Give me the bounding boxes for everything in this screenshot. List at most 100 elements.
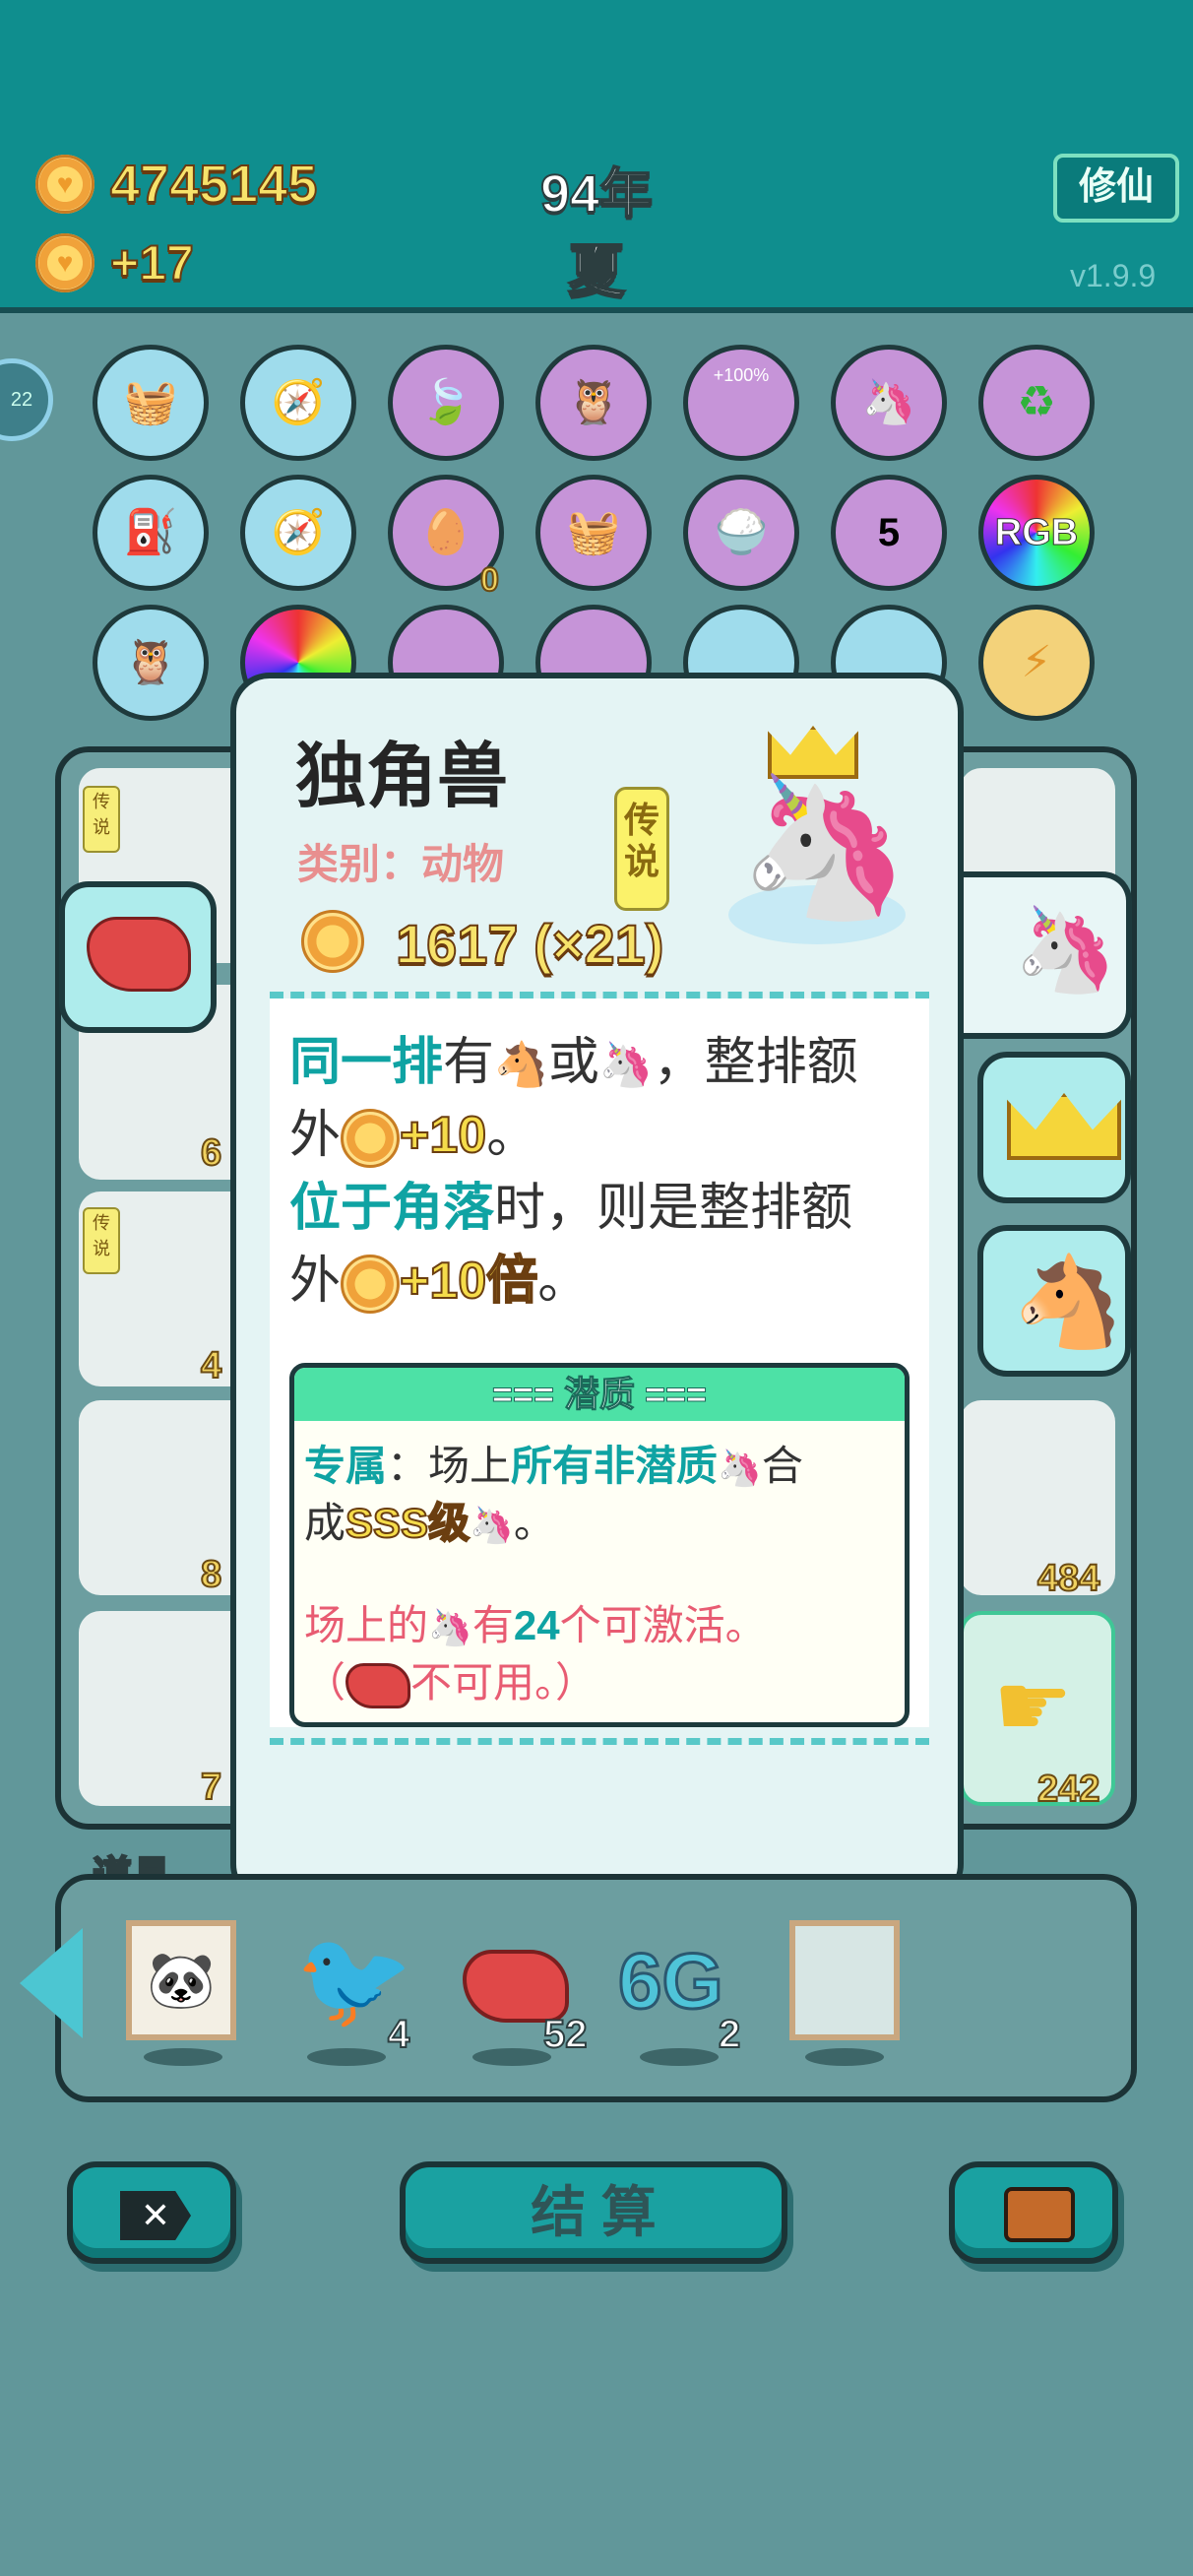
potential-keyword: 专属 (304, 1443, 388, 1489)
activatable-count: 24 (513, 1602, 560, 1648)
close-icon: ✕ (120, 2191, 191, 2240)
slot-pump[interactable]: ⛽ (93, 475, 209, 591)
bonus-multiplier: +10倍 (399, 1252, 538, 1311)
grid-card-horse-3[interactable] (79, 1611, 256, 1806)
liver-icon (87, 917, 191, 992)
year-label: 94年 (539, 163, 654, 225)
horse-icon: 🐴 (494, 1041, 548, 1089)
panda-frame-icon: 🐼 (147, 1949, 216, 2011)
lightning-icon: ⚡ (1021, 638, 1052, 686)
coin-icon (35, 155, 94, 214)
basket-icon: 🧺 (123, 378, 178, 426)
potential-header: === 潜质 === (294, 1368, 905, 1421)
briefcase-button[interactable] (949, 2161, 1118, 2264)
potential-text: 成 (304, 1500, 346, 1546)
recycle-icon: ♻ (1017, 378, 1056, 426)
slot-compass-2[interactable]: 🧭 (240, 475, 356, 591)
desc-keyword: 位于角落 (289, 1180, 495, 1237)
bonus-value: +10 (399, 1106, 487, 1165)
unicorn-icon: 🦄 (1014, 903, 1117, 996)
crown-tab[interactable] (977, 1052, 1131, 1203)
card-count: 484 (1036, 1557, 1100, 1600)
desc-keyword: 同一排 (289, 1034, 444, 1091)
unicorn-portrait: 🦄 (699, 718, 915, 964)
potential-text: 场上的 (304, 1602, 429, 1648)
horse-icon: 🐴 (1013, 1254, 1124, 1352)
compass-icon: 🧭 (271, 378, 326, 426)
6g-icon[interactable]: 6G (617, 1936, 725, 2027)
potential-box: === 潜质 === 专属：场上所有非潜质🦄合 成SSS级🦄。 场上的🦄有24个… (289, 1363, 910, 1727)
slot-rgb[interactable]: RGB (978, 475, 1095, 591)
settle-label: 结 算 (531, 2181, 657, 2243)
card-count: 242 (1036, 1768, 1100, 1811)
unicorn-icon: 🦄 (598, 1041, 654, 1089)
desc-text: 外 (289, 1107, 342, 1164)
bird-count: 4 (387, 2012, 410, 2057)
liver-icon (345, 1662, 411, 1708)
slot-basket[interactable]: 🧺 (93, 345, 209, 461)
slot-rice-bowl[interactable]: 🍚 (683, 475, 799, 591)
card-count: 4 (200, 1344, 222, 1387)
slot-lightning[interactable]: ⚡ (978, 605, 1095, 721)
empty-frame-icon[interactable] (789, 1920, 900, 2040)
unicorn-icon: 🦄 (738, 769, 910, 924)
potential-text: （ (304, 1659, 346, 1706)
owl-icon: 🦉 (566, 378, 621, 426)
desc-text: 。 (486, 1107, 538, 1164)
season-label: 夏 (567, 238, 626, 304)
desc-text: 或 (547, 1034, 599, 1091)
basket-icon: 🧺 (566, 508, 621, 556)
slot-owl[interactable]: 🦉 (535, 345, 652, 461)
unicorn-tab[interactable]: 🦄 (945, 871, 1132, 1039)
round-counter: 22 (0, 358, 53, 441)
potential-text: 合 (761, 1443, 803, 1489)
coin-icon (341, 1109, 401, 1169)
liver-icon[interactable] (463, 1950, 569, 2023)
unicorn-icon: 🦄 (470, 1505, 514, 1545)
desc-text: 时，则是整排额 (494, 1180, 853, 1237)
owl-icon: 🦉 (123, 638, 178, 686)
potential-text: 不可用。） (410, 1659, 597, 1706)
briefcase-icon (1004, 2187, 1075, 2242)
horse-tab[interactable]: 🐴 (977, 1225, 1131, 1377)
coin-icon (341, 1255, 401, 1315)
slot-leaf[interactable]: 🍃 (388, 345, 504, 461)
discard-button[interactable]: ✕ (67, 2161, 236, 2264)
potential-text: ：场上 (387, 1443, 512, 1489)
crown-icon (1007, 1093, 1121, 1160)
desc-text: ，整排额 (653, 1034, 858, 1091)
item-detail-popup: 独角兽 类别：动物 传说 🦄 1617 (×21) 同一排有🐴或🦄，整排额 外 +… (230, 673, 964, 1903)
potential-keyword: 所有非潜质 (511, 1443, 719, 1489)
sss-grade: SSS级 (345, 1499, 471, 1547)
slot-recycle[interactable]: ♻ (978, 345, 1095, 461)
unicorn-icon: 🦄 (428, 1607, 472, 1647)
pointer-hand-icon: ☛ (993, 1657, 1073, 1756)
6g-count: 2 (718, 2012, 741, 2057)
rice-bowl-icon: 🍚 (714, 508, 769, 556)
compass-icon: 🧭 (271, 508, 326, 556)
slot-unicorn-pair[interactable]: 🦄 (831, 345, 947, 461)
desc-text: 。 (537, 1253, 590, 1310)
grid-card-horse-2[interactable] (79, 1400, 256, 1595)
cultivate-button[interactable]: 修仙 (1053, 154, 1179, 223)
card-count: 6 (200, 1131, 222, 1175)
slot-calendar[interactable]: 5 (831, 475, 947, 591)
slot-cup[interactable]: +100% (683, 345, 799, 461)
coin-income: +17 (109, 234, 195, 291)
legend-badge: 传说 (83, 786, 120, 853)
coin-income-icon (35, 233, 94, 292)
potential-text: 。 (513, 1500, 555, 1546)
calendar-icon: 5 (877, 511, 901, 554)
slot-compass[interactable]: 🧭 (240, 345, 356, 461)
settle-button[interactable]: 结 算 (400, 2161, 787, 2264)
pump-icon: ⛽ (123, 508, 178, 556)
item-panda-frame[interactable]: 🐼 (126, 1920, 236, 2040)
coin-total: 4745145 (109, 154, 318, 215)
version-label: v1.9.9 (1070, 258, 1157, 293)
liver-tab[interactable] (59, 881, 217, 1033)
scroll-left-arrow-icon[interactable] (20, 1928, 83, 2038)
slot-owl-2[interactable]: 🦉 (93, 605, 209, 721)
rarity-badge: 传说 (614, 787, 669, 911)
slot-basket-2[interactable]: 🧺 (535, 475, 652, 591)
unicorn-icon: 🦄 (718, 1448, 762, 1488)
